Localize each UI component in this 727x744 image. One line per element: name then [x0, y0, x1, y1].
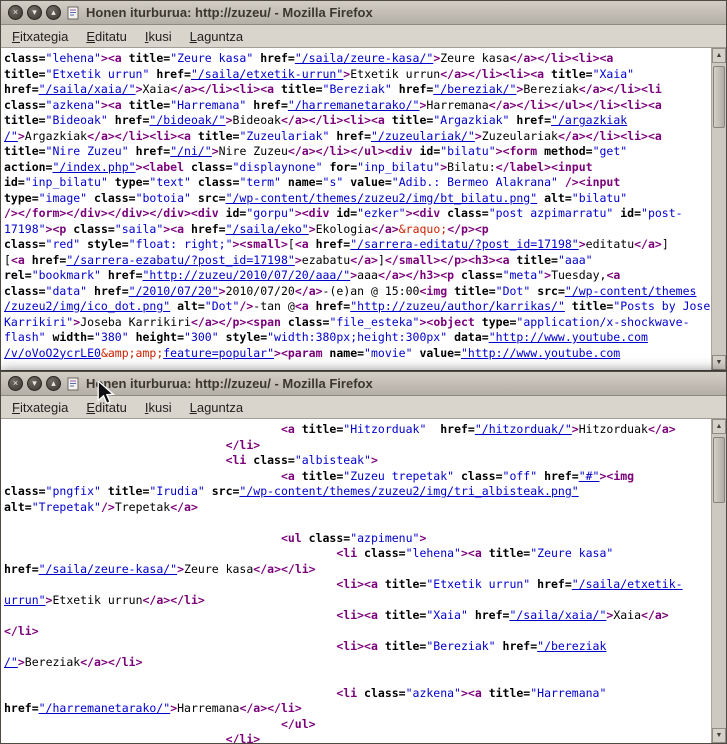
source-line: <ul class="azpimenu">	[4, 531, 711, 547]
window-title: Honen iturburua: http://zuzeu/ - Mozilla…	[86, 5, 373, 20]
scrollbar-thumb[interactable]	[713, 437, 725, 503]
menu-laguntza[interactable]: Laguntza	[181, 25, 253, 47]
scrollbar-thumb[interactable]	[713, 66, 725, 128]
titlebar[interactable]: × ▾ ▴ Honen iturburua: http://zuzeu/ - Moz…	[1, 1, 726, 25]
maximize-button[interactable]: ▴	[46, 376, 61, 391]
source-line: [<a href="/sarrera-ezabatu/?post_id=1719…	[4, 253, 711, 269]
source-line: 17198"><p class="saila"><a href="/saila/…	[4, 222, 711, 238]
menubar: FitxategiaEditatuIkusiLaguntza	[1, 396, 726, 419]
vertical-scrollbar[interactable]: ▲ ▼	[711, 48, 726, 370]
source-line: <a title="Hitzorduak" href="/hitzorduak/…	[4, 422, 711, 438]
close-button[interactable]: ×	[8, 5, 23, 20]
source-line	[4, 670, 711, 686]
source-line: flash" width="380" height="300" style="w…	[4, 330, 711, 346]
content-area: <a title="Hitzorduak" href="/hitzorduak/…	[1, 419, 726, 743]
source-line: id="inp_bilatu" type="text" class="term"…	[4, 175, 711, 191]
source-line: </li>	[4, 732, 711, 743]
source-line: class="azkena"><a title="Harremana" href…	[4, 98, 711, 114]
window-title: Honen iturburua: http://zuzeu/ - Mozilla…	[86, 376, 373, 391]
source-line: <li><a title="Xaia" href="/saila/xaia/">…	[4, 608, 711, 624]
scroll-up-icon[interactable]: ▲	[712, 48, 726, 63]
window-controls: × ▾ ▴	[8, 376, 61, 391]
source-line: /v/oVoO2ycrLE0&amp;amp;feature=popular">…	[4, 346, 711, 362]
menu-editatu[interactable]: Editatu	[77, 25, 135, 47]
content-area: class="lehena"><a title="Zeure kasa" hre…	[1, 48, 726, 370]
menu-editatu[interactable]: Editatu	[77, 396, 135, 418]
source-line: /">Argazkiak</a></li><li><a title="Zuzeu…	[4, 129, 711, 145]
source-line: </ul>	[4, 717, 711, 733]
window-controls: × ▾ ▴	[8, 5, 61, 20]
source-line: href="/saila/xaia/">Xaia</a></li><li><a …	[4, 82, 711, 98]
maximize-button[interactable]: ▴	[46, 5, 61, 20]
view-source-window-2: × ▾ ▴ Honen iturburua: http://zuzeu/ - Moz…	[0, 371, 727, 744]
source-line: class="lehena"><a title="Zeure kasa" hre…	[4, 51, 711, 67]
source-line: <li><a title="Etxetik urrun" href="/sail…	[4, 577, 711, 593]
source-line: class="red" style="float: right;"><small…	[4, 237, 711, 253]
minimize-button[interactable]: ▾	[27, 376, 42, 391]
source-line: class="pngfix" title="Irudia" src="/wp-c…	[4, 484, 711, 500]
source-line: alt="Trepetak"/>Trepetak</a>	[4, 500, 711, 516]
source-line: <li class="lehena"><a title="Zeure kasa"	[4, 546, 711, 562]
menu-ikusi[interactable]: Ikusi	[136, 396, 181, 418]
menubar: FitxategiaEditatuIkusiLaguntza	[1, 25, 726, 48]
source-pane[interactable]: class="lehena"><a title="Zeure kasa" hre…	[1, 48, 711, 370]
source-line: <li><a title="Bereziak" href="/bereziak	[4, 639, 711, 655]
menu-fitxategia[interactable]: Fitxategia	[3, 396, 77, 418]
source-line: /">Bereziak</a></li>	[4, 655, 711, 671]
source-pane[interactable]: <a title="Hitzorduak" href="/hitzorduak/…	[1, 419, 711, 743]
source-line: </li>	[4, 438, 711, 454]
source-line: action="/index.php"><label class="displa…	[4, 160, 711, 176]
source-line: title="Bideoak" href="/bideoak/">Bideoak…	[4, 113, 711, 129]
minimize-button[interactable]: ▾	[27, 5, 42, 20]
source-line: <a title="Zuzeu trepetak" class="off" hr…	[4, 469, 711, 485]
scroll-down-icon[interactable]: ▼	[712, 728, 726, 743]
source-line: Karrikiri">Joseba Karrikiri</a></p><span…	[4, 315, 711, 331]
source-line: urrun">Etxetik urrun</a></li>	[4, 593, 711, 609]
vertical-scrollbar[interactable]: ▲ ▼	[711, 419, 726, 743]
source-line: </li>	[4, 624, 711, 640]
document-icon	[66, 376, 81, 391]
source-line	[4, 515, 711, 531]
view-source-window-1: × ▾ ▴ Honen iturburua: http://zuzeu/ - Moz…	[0, 0, 727, 371]
source-line: /></form></div></div></div><div id="gorp…	[4, 206, 711, 222]
titlebar[interactable]: × ▾ ▴ Honen iturburua: http://zuzeu/ - Moz…	[1, 372, 726, 396]
source-line: class="data" href="/2010/07/20">2010/07/…	[4, 284, 711, 300]
menu-ikusi[interactable]: Ikusi	[136, 25, 181, 47]
source-line: href="/saila/zeure-kasa/">Zeure kasa</a>…	[4, 562, 711, 578]
scroll-down-icon[interactable]: ▼	[712, 355, 726, 370]
source-line: /zuzeu2/img/ico_dot.png" alt="Dot"/>-tan…	[4, 299, 711, 315]
menu-fitxategia[interactable]: Fitxategia	[3, 25, 77, 47]
source-line: title="Etxetik urrun" href="/saila/etxet…	[4, 67, 711, 83]
scroll-up-icon[interactable]: ▲	[712, 419, 726, 434]
source-line: rel="bookmark" href="http://zuzeu/2010/0…	[4, 268, 711, 284]
document-icon	[66, 5, 81, 20]
source-line: <li class="albisteak">	[4, 453, 711, 469]
source-line: href="/harremanetarako/">Harremana</a></…	[4, 701, 711, 717]
menu-laguntza[interactable]: Laguntza	[181, 396, 253, 418]
source-line: <li class="azkena"><a title="Harremana"	[4, 686, 711, 702]
close-button[interactable]: ×	[8, 376, 23, 391]
source-line: title="Nire Zuzeu" href="/ni/">Nire Zuze…	[4, 144, 711, 160]
source-line: type="image" class="botoia" src="/wp-con…	[4, 191, 711, 207]
